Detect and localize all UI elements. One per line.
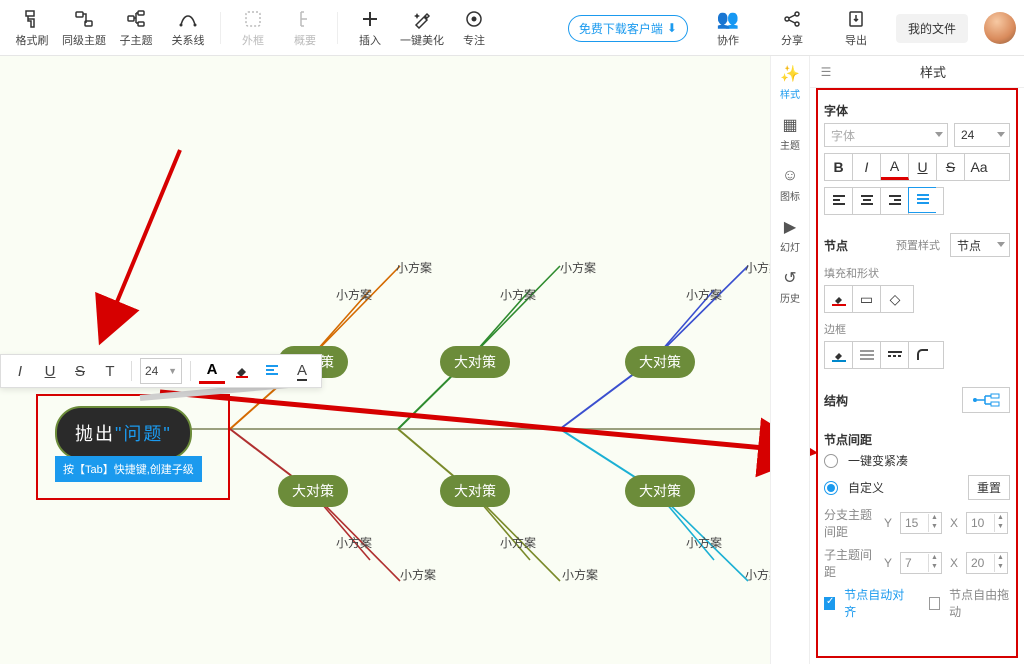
leaf[interactable]: 小方案 [686,534,722,551]
leaf[interactable]: 小方案 [562,566,598,583]
align-left-button[interactable] [825,188,853,214]
branch-bot-3[interactable]: 大对策 [625,475,695,507]
tb-collab[interactable]: 👥协作 [704,4,752,52]
grid-icon: ▦ [780,115,800,135]
spacing-section-title: 节点间距 [824,431,1010,448]
text-format-row: B I A U S Aa [824,153,1010,181]
font-family-select[interactable]: 字体 [824,123,948,147]
fb-font-size-select[interactable]: 24▼ [140,358,182,384]
tb-outer-frame: 外框 [229,4,277,52]
branch-y-input[interactable]: 15▲▼ [900,512,942,534]
branch-top-3[interactable]: 大对策 [625,346,695,378]
italic-button[interactable]: I [853,154,881,180]
branch-bot-2[interactable]: 大对策 [440,475,510,507]
branch-x-input[interactable]: 10▲▼ [966,512,1008,534]
history-icon: ↺ [780,268,800,288]
shape-diamond-button[interactable]: ◇ [881,286,909,312]
align-right-button[interactable] [881,188,909,214]
leaf[interactable]: 小方案 [336,286,372,303]
case-button[interactable]: Aa [965,154,993,180]
border-color-button[interactable] [825,342,853,368]
reset-button[interactable]: 重置 [968,475,1010,500]
tb-insert[interactable]: 插入 [346,4,394,52]
style-panel: ☰ 样式 字体 字体 24 B I A U S Aa 节点 预置样式 节点 填充 [810,56,1024,664]
fb-font-color[interactable]: A [199,358,225,384]
child-x-input[interactable]: 20▲▼ [966,552,1008,574]
tb-export[interactable]: 导出 [832,4,880,52]
play-icon: ▶ [780,217,800,237]
underline-button[interactable]: U [909,154,937,180]
tab-hint: 按【Tab】快捷键,创建子级 [55,456,202,482]
smile-icon: ☺ [780,166,800,186]
avatar[interactable] [984,12,1016,44]
top-toolbar: 格式刷 同级主题 子主题 关系线 外框 概要 插入 一键美化 专注 免费下载客户… [0,0,1024,56]
tb-format-painter[interactable]: 格式刷 [8,4,56,52]
free-drag-checkbox[interactable] [929,597,940,610]
download-client-button[interactable]: 免费下载客户端⬇ [568,15,688,42]
font-size-select[interactable]: 24 [954,123,1010,147]
compact-radio[interactable] [824,454,838,468]
panel-menu-icon[interactable]: ☰ [810,65,842,79]
strike-button[interactable]: S [937,154,965,180]
wand-icon: ✨ [780,64,800,84]
font-section-title: 字体 [824,102,1010,119]
tb-sibling-topic[interactable]: 同级主题 [60,4,108,52]
panel-title: 样式 [842,62,1024,81]
node-section-title: 节点 [824,237,848,254]
structure-select[interactable] [962,387,1010,413]
leaf[interactable]: 小方案 [336,534,372,551]
leaf[interactable]: 小方案 [560,259,596,276]
custom-radio[interactable] [824,481,838,495]
fb-strike[interactable]: S [67,358,93,384]
border-corner-button[interactable] [909,342,937,368]
leaf[interactable]: 小方案 [686,286,722,303]
align-justify-button[interactable] [908,187,936,213]
right-rail: ✨样式 ▦主题 ☺图标 ▶幻灯 ↺历史 [770,56,810,664]
branch-top-2[interactable]: 大对策 [440,346,510,378]
rail-slideshow[interactable]: ▶幻灯 [780,217,800,254]
fb-align[interactable] [259,358,285,384]
border-width-button[interactable] [853,342,881,368]
align-center-button[interactable] [853,188,881,214]
fb-textsize[interactable]: T [97,358,123,384]
fb-fill-color[interactable] [229,358,255,384]
font-color-button[interactable]: A [881,154,909,180]
preset-style-select[interactable]: 节点 [950,233,1010,257]
fb-italic[interactable]: I [7,358,33,384]
fb-underline[interactable]: U [37,358,63,384]
root-node[interactable]: 抛出"问题" [55,406,192,460]
tb-relation-line[interactable]: 关系线 [164,4,212,52]
chevron-down-icon: ▼ [168,366,177,376]
bold-button[interactable]: B [825,154,853,180]
structure-section-title: 结构 [824,392,848,409]
rail-style[interactable]: ✨样式 [780,64,800,101]
fill-color-button[interactable] [825,286,853,312]
border-dash-button[interactable] [881,342,909,368]
shape-rect-button[interactable]: ▭ [853,286,881,312]
child-y-input[interactable]: 7▲▼ [900,552,942,574]
fb-clear-format[interactable]: A [289,358,315,384]
rail-theme[interactable]: ▦主题 [780,115,800,152]
tb-child-topic[interactable]: 子主题 [112,4,160,52]
tb-share[interactable]: 分享 [768,4,816,52]
my-files-button[interactable]: 我的文件 [896,14,968,43]
tb-beautify[interactable]: 一键美化 [398,4,446,52]
leaf[interactable]: 小方案 [396,259,432,276]
branch-bot-1[interactable]: 大对策 [278,475,348,507]
rail-history[interactable]: ↺历史 [780,268,800,305]
leaf[interactable]: 小方案 [500,534,536,551]
floating-format-toolbar: I U S T 24▼ A A [0,354,322,388]
leaf[interactable]: 小方案 [500,286,536,303]
leaf[interactable]: 小方案 [400,566,436,583]
download-icon: ⬇ [667,21,677,35]
tb-focus[interactable]: 专注 [450,4,498,52]
rail-icon[interactable]: ☺图标 [780,166,800,203]
align-row [824,187,944,215]
tb-summary: 概要 [281,4,329,52]
auto-align-checkbox[interactable] [824,597,835,610]
